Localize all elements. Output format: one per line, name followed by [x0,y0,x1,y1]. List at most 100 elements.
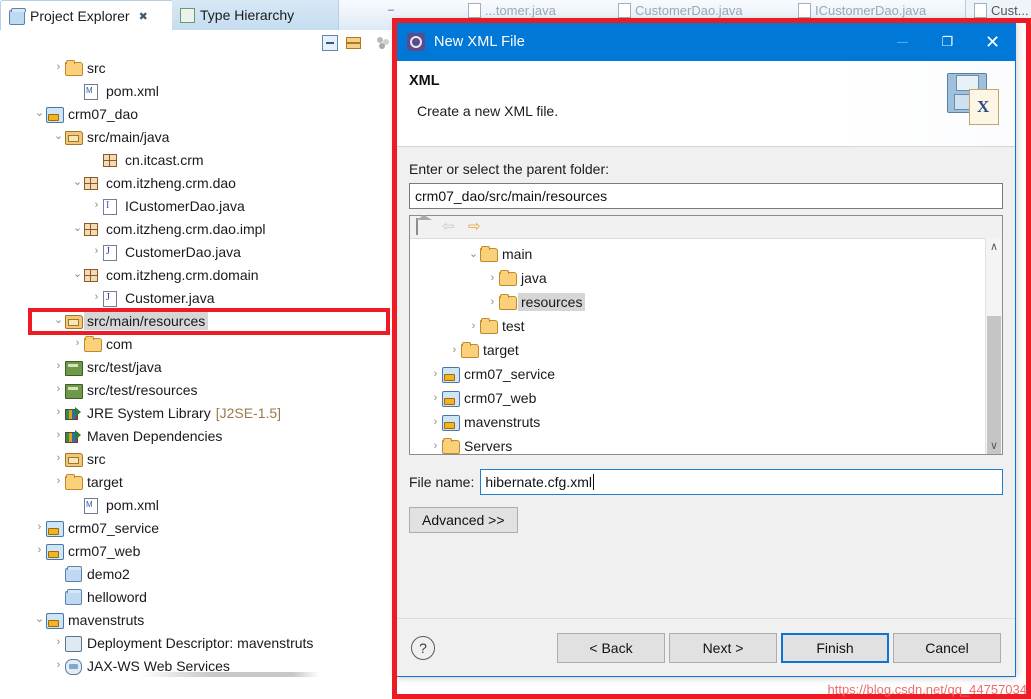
chevron-right-icon[interactable]: › [429,435,442,455]
file-name-input[interactable]: hibernate.cfg.xml [480,469,1003,495]
scroll-down-icon[interactable]: ∨ [986,437,1002,454]
chevron-right-icon[interactable]: › [52,447,65,470]
folder-browser-tree[interactable]: ⌄ main › java › resources › test › target › crm07_s… [410,238,986,454]
next-button[interactable]: Next > [669,632,777,663]
chevron-down-icon[interactable]: ⌄ [71,217,84,240]
tree-row[interactable]: › crm07_service [0,516,400,539]
chevron-down-icon[interactable]: ⌄ [52,309,65,332]
tree-row[interactable]: › com [0,332,400,355]
tree-row[interactable]: › Customer.java [0,286,400,309]
collapse-all-icon[interactable] [320,33,340,53]
chevron-right-icon[interactable]: › [448,339,461,362]
tree-row[interactable]: › ICustomerDao.java [0,194,400,217]
tab-project-explorer[interactable]: Project Explorer ✖ [0,0,188,32]
tree-row[interactable]: › resources [410,290,986,314]
tree-row[interactable]: ⌄ src/main/resources [0,309,400,332]
advanced-button[interactable]: Advanced >> [409,507,518,533]
chevron-right-icon[interactable]: › [52,424,65,447]
chevron-down-icon[interactable]: ⌄ [52,125,65,148]
help-icon[interactable]: ? [411,635,435,660]
chevron-right-icon[interactable]: › [486,267,499,290]
tree-row[interactable]: ⌄ main [410,242,986,266]
tree-row[interactable]: › src/test/java [0,355,400,378]
editor-tab-0[interactable]: ...tomer.java [460,0,564,18]
tree-row[interactable]: › src [0,447,400,470]
project-icon [65,588,83,605]
tree-row[interactable]: ⌄ com.itzheng.crm.domain [0,263,400,286]
tree-row[interactable]: › Servers [410,434,986,454]
tree-row[interactable]: › java [410,266,986,290]
chevron-right-icon[interactable]: › [52,470,65,493]
tree-row[interactable]: › target [410,338,986,362]
editor-tab-2[interactable]: ICustomerDao.java [790,0,934,18]
minimize-view-icon[interactable]: – [388,4,394,16]
scroll-up-icon[interactable]: ∧ [986,238,1002,255]
folder-browser-scrollbar[interactable]: ∧ ∨ [985,238,1002,454]
chevron-down-icon[interactable]: ⌄ [71,171,84,194]
editor-tab-1[interactable]: CustomerDao.java [610,0,751,18]
tree-row[interactable]: ⌄ com.itzheng.crm.dao.impl [0,217,400,240]
close-button[interactable]: ✕ [970,23,1015,61]
chevron-right-icon[interactable]: › [429,363,442,386]
folder-browser[interactable]: ⇦ ⇨ ⌄ main › java › resources › test › target › crm… [409,215,1003,455]
chevron-right-icon[interactable]: › [429,387,442,410]
tree-row[interactable]: › Deployment Descriptor: mavenstruts [0,631,400,654]
horizontal-scrollbar[interactable] [140,672,320,677]
scrollbar-thumb[interactable] [987,316,1001,454]
parent-folder-input[interactable] [409,183,1003,209]
tree-row[interactable]: demo2 [0,562,400,585]
tree-row[interactable]: › test [410,314,986,338]
chevron-right-icon[interactable]: › [33,539,46,562]
chevron-right-icon[interactable]: › [90,286,103,309]
tree-row[interactable]: helloword [0,585,400,608]
chevron-right-icon[interactable]: › [486,291,499,314]
back-button[interactable]: < Back [557,632,665,663]
tree-row[interactable]: cn.itcast.crm [0,148,400,171]
chevron-down-icon[interactable]: ⌄ [71,263,84,286]
tree-row[interactable]: ⌄ com.itzheng.crm.dao [0,171,400,194]
chevron-right-icon[interactable]: › [71,332,84,355]
close-icon[interactable]: ✖ [139,10,148,23]
tree-row[interactable]: › target [0,470,400,493]
cancel-button[interactable]: Cancel [893,632,1001,663]
tree-row[interactable]: › src [0,56,400,79]
link-with-editor-icon[interactable] [344,33,364,53]
tree-row[interactable]: ⌄ src/main/java [0,125,400,148]
tree-row[interactable]: › crm07_web [0,539,400,562]
tree-row[interactable]: › mavenstruts [410,410,986,434]
chevron-right-icon[interactable]: › [52,401,65,424]
tree-row[interactable]: › CustomerDao.java [0,240,400,263]
tree-row[interactable]: › src/test/resources [0,378,400,401]
tab-type-hierarchy[interactable]: Type Hierarchy [172,0,339,30]
tree-row[interactable]: pom.xml [0,79,400,102]
tree-row[interactable]: › JRE System Library [J2SE-1.5] [0,401,400,424]
chevron-right-icon[interactable]: › [467,315,480,338]
chevron-right-icon[interactable]: › [52,631,65,654]
chevron-right-icon[interactable]: › [52,56,65,79]
project-explorer-tree[interactable]: ›srcpom.xml⌄crm07_dao⌄src/main/javacn.it… [0,56,400,676]
tree-row[interactable]: › Maven Dependencies [0,424,400,447]
finish-button[interactable]: Finish [781,632,889,663]
chevron-down-icon[interactable]: ⌄ [33,102,46,125]
tree-row[interactable]: › crm07_web [410,386,986,410]
chevron-down-icon[interactable]: ⌄ [467,243,480,266]
minimize-button[interactable]: ─ [880,23,925,61]
forward-arrow-icon[interactable]: ⇨ [468,219,484,235]
chevron-right-icon[interactable]: › [90,240,103,263]
tree-row[interactable]: ⌄ mavenstruts [0,608,400,631]
chevron-right-icon[interactable]: › [429,411,442,434]
editor-tab-3[interactable]: Cust... [965,0,1031,18]
home-icon[interactable] [416,218,432,235]
chevron-right-icon[interactable]: › [52,654,65,676]
chevron-right-icon[interactable]: › [90,194,103,217]
chevron-right-icon[interactable]: › [33,516,46,539]
tree-row[interactable]: pom.xml [0,493,400,516]
chevron-right-icon[interactable]: › [52,355,65,378]
tree-row[interactable]: ⌄ crm07_dao [0,102,400,125]
chevron-down-icon[interactable]: ⌄ [33,608,46,631]
view-menu-icon[interactable] [374,33,394,53]
maximize-button[interactable]: ❐ [925,23,970,61]
tree-row[interactable]: › crm07_service [410,362,986,386]
back-arrow-icon[interactable]: ⇦ [442,219,458,235]
chevron-right-icon[interactable]: › [52,378,65,401]
